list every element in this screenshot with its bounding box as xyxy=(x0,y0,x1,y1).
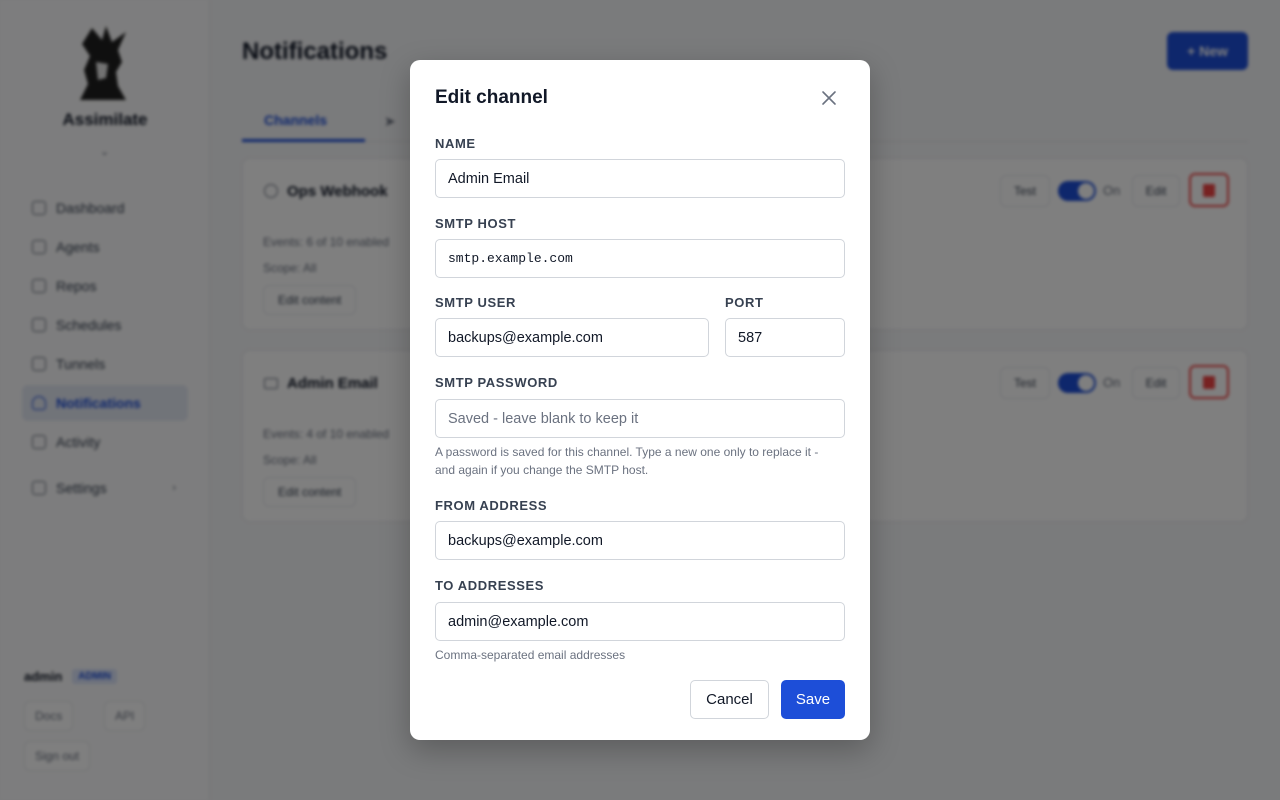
close-icon xyxy=(822,91,836,105)
port-label: PORT xyxy=(725,295,764,310)
from-address-input[interactable] xyxy=(435,521,845,560)
to-addresses-label: TO ADDRESSES xyxy=(435,578,545,593)
from-address-label: FROM ADDRESS xyxy=(435,498,548,513)
name-label: NAME xyxy=(435,136,476,151)
smtp-password-label: SMTP PASSWORD xyxy=(435,375,558,390)
smtp-host-input[interactable] xyxy=(435,239,845,278)
smtp-password-hint: A password is saved for this channel. Ty… xyxy=(435,445,819,477)
smtp-user-label: SMTP USER xyxy=(435,295,517,310)
modal-title: Edit channel xyxy=(435,87,548,108)
port-input[interactable] xyxy=(725,318,845,357)
cancel-button[interactable]: Cancel xyxy=(690,680,769,719)
to-addresses-hint: Comma-separated email addresses xyxy=(435,648,626,662)
smtp-host-label: SMTP HOST xyxy=(435,216,517,231)
close-button[interactable] xyxy=(816,85,842,111)
to-addresses-input[interactable] xyxy=(435,602,845,641)
smtp-password-input[interactable] xyxy=(435,399,845,438)
smtp-user-input[interactable] xyxy=(435,318,709,357)
edit-channel-modal: Edit channel NAME SMTP HOST SMTP USER PO… xyxy=(410,60,870,740)
save-button[interactable]: Save xyxy=(781,680,845,719)
name-input[interactable] xyxy=(435,159,845,198)
